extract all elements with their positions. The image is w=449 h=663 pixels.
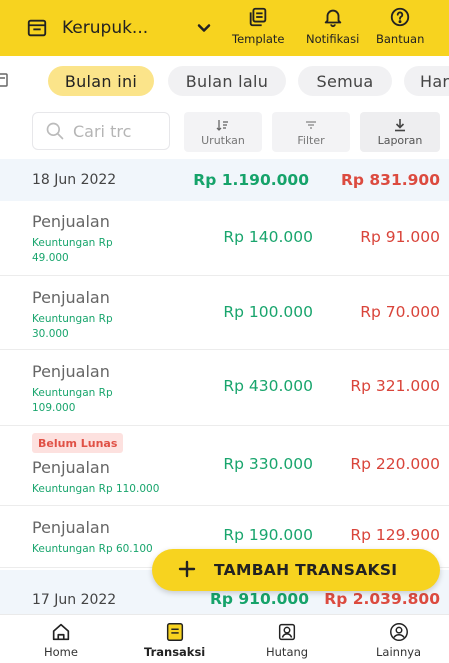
transaction-amount-out: Rp 91.000 (360, 228, 440, 246)
shop-name: Kerupuk... (62, 18, 149, 38)
transaction-profit: Keuntungan Rp 60.100 (32, 543, 153, 555)
sort-icon (216, 119, 228, 131)
top-app-bar: Kerupuk... Template Notifikasi Bantuan (0, 0, 449, 56)
transaction-title: Penjualan (32, 458, 110, 477)
nav-transaksi-label: Transaksi (144, 645, 206, 659)
template-button[interactable]: Template (232, 6, 284, 46)
transaction-profit: Keuntungan Rp 110.000 (32, 483, 160, 495)
search-box[interactable] (32, 112, 170, 150)
help-icon (391, 7, 410, 27)
transaction-amount-in: Rp 100.000 (223, 303, 313, 321)
home-icon (52, 623, 70, 641)
transaction-row[interactable]: Belum Lunas Penjualan Keuntungan Rp 110.… (0, 426, 449, 506)
add-transaction-button[interactable]: TAMBAH TRANSAKSI (152, 549, 440, 591)
transaction-amount-out: Rp 321.000 (350, 377, 440, 395)
group-date: 18 Jun 2022 (32, 172, 117, 188)
nav-hutang[interactable]: Hutang (266, 621, 308, 659)
download-icon (395, 118, 405, 131)
debt-icon (278, 623, 296, 641)
nav-home[interactable]: Home (44, 621, 78, 659)
plus-icon (178, 560, 196, 578)
unpaid-badge: Belum Lunas (32, 433, 124, 453)
chevron-down-icon[interactable] (194, 18, 214, 38)
calendar-icon[interactable] (0, 72, 8, 88)
transaction-row[interactable]: Penjualan Keuntungan Rp 109.000 Rp 430.0… (0, 350, 449, 426)
filter-label: Filter (297, 133, 325, 147)
transaction-title: Penjualan (32, 288, 110, 307)
transaction-title: Penjualan (32, 362, 110, 381)
nav-home-label: Home (44, 645, 78, 659)
chip-bulan-ini[interactable]: Bulan ini (48, 66, 154, 96)
report-button[interactable]: Laporan (360, 112, 440, 152)
transaction-amount-in: Rp 330.000 (223, 455, 313, 473)
shop-selector[interactable]: Kerupuk... (26, 12, 211, 44)
chip-bulan-lalu[interactable]: Bulan lalu (168, 66, 286, 96)
transaction-profit: Keuntungan Rp (32, 387, 113, 399)
filter-icon (306, 120, 316, 129)
chip-hari[interactable]: Har (404, 66, 449, 96)
template-label: Template (232, 32, 285, 46)
transaction-profit: Keuntungan Rp (32, 237, 113, 249)
notification-label: Notifikasi (306, 32, 360, 46)
transaction-title: Penjualan (32, 518, 110, 537)
bottom-navigation: Home Transaksi Hutang Lainnya (0, 614, 449, 663)
group-total-in: Rp 1.190.000 (193, 171, 309, 189)
nav-lainnya-label: Lainnya (376, 645, 422, 659)
filter-button[interactable]: Filter (272, 112, 350, 152)
transaction-profit-amount: 109.000 (32, 402, 76, 414)
transaction-profit-amount: 30.000 (32, 328, 69, 340)
group-date: 17 Jun 2022 (32, 592, 117, 608)
transaction-profit-amount: 49.000 (32, 252, 69, 264)
transaction-amount-in: Rp 140.000 (223, 228, 313, 246)
nav-transaksi[interactable]: Transaksi (144, 621, 205, 659)
nav-hutang-label: Hutang (266, 645, 309, 659)
sort-button[interactable]: Urutkan (184, 112, 262, 152)
group-total-out: Rp 2.039.800 (324, 590, 440, 608)
nav-lainnya[interactable]: Lainnya (376, 621, 421, 659)
add-transaction-label: TAMBAH TRANSAKSI (214, 561, 398, 579)
more-icon (389, 623, 408, 641)
list-toolbar: Urutkan Filter Laporan (0, 106, 449, 158)
date-group-header: 18 Jun 2022 Rp 1.190.000 Rp 831.900 (0, 159, 449, 201)
report-label: Laporan (377, 133, 423, 147)
transaction-amount-out: Rp 70.000 (360, 303, 440, 321)
group-total-in: Rp 910.000 (209, 590, 309, 608)
transaction-title: Penjualan (32, 212, 110, 231)
help-button[interactable]: Bantuan (376, 6, 424, 46)
chip-semua[interactable]: Semua (298, 66, 392, 96)
search-icon (46, 122, 64, 140)
transaction-icon (166, 623, 183, 641)
transaction-amount-in: Rp 190.000 (223, 526, 313, 544)
help-label: Bantuan (376, 32, 425, 46)
transaction-amount-out: Rp 129.900 (350, 526, 440, 544)
transaction-row[interactable]: Penjualan Keuntungan Rp 30.000 Rp 100.00… (0, 276, 449, 350)
transaction-amount-out: Rp 220.000 (350, 455, 440, 473)
template-icon (249, 7, 267, 27)
sort-label: Urutkan (201, 133, 245, 147)
group-total-out: Rp 831.900 (340, 171, 440, 189)
notification-button[interactable]: Notifikasi (306, 6, 359, 46)
store-icon (27, 19, 47, 37)
transaction-row[interactable]: Penjualan Keuntungan Rp 49.000 Rp 140.00… (0, 202, 449, 276)
search-input[interactable] (73, 121, 163, 141)
transaction-amount-in: Rp 430.000 (223, 377, 313, 395)
transaction-profit: Keuntungan Rp (32, 313, 113, 325)
bell-icon (324, 9, 341, 28)
period-filter-chips: Bulan ini Bulan lalu Semua Har (0, 60, 449, 102)
